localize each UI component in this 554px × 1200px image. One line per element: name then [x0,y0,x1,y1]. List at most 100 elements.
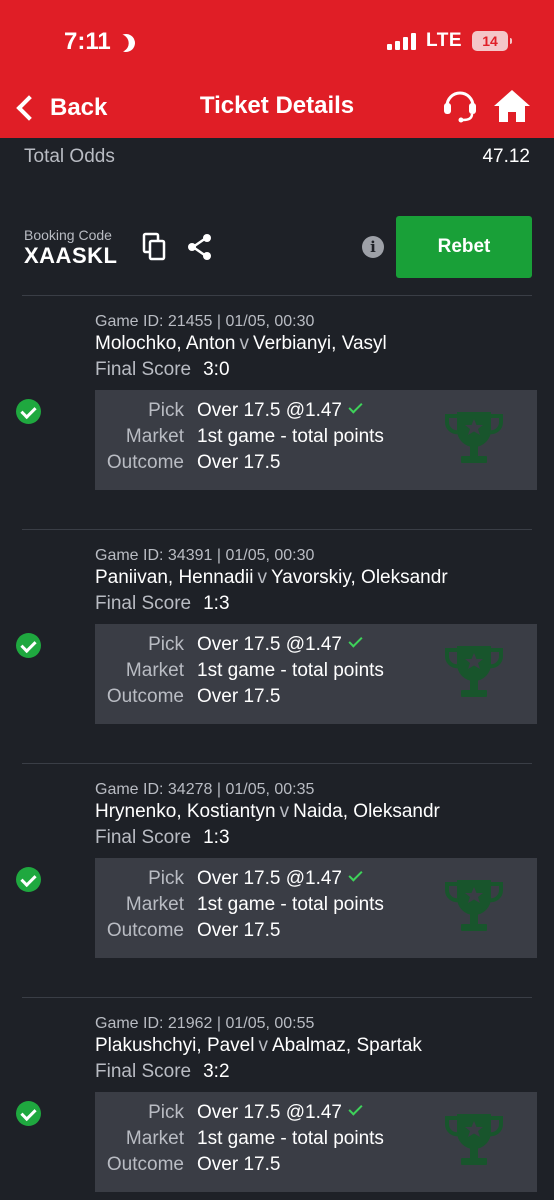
pick-text: Over 17.5 @1.47 [197,868,342,889]
home-icon[interactable] [492,88,532,124]
won-check-icon [16,867,41,892]
signal-icon [387,32,417,50]
versus-label: v [239,333,249,354]
outcome-row: Outcome Over 17.5 [95,920,537,946]
player-one: Hrynenko, Kostiantyn [95,801,276,822]
player-one: Paniivan, Hennadii [95,567,254,588]
outcome-row: Outcome Over 17.5 [95,1154,537,1180]
versus-label: v [279,801,290,822]
market-value: 1st game - total points [197,1128,384,1149]
outcome-value: Over 17.5 [197,686,281,707]
pick-label: Pick [148,634,184,655]
pick-row: Pick Over 17.5 @1.47 [95,399,537,426]
market-value: 1st game - total points [197,426,384,447]
pick-text: Over 17.5 @1.47 [197,1102,342,1123]
status-indicators: LTE 14 [387,30,512,52]
match-players: Hrynenko, Kostiantyn v Naida, Oleksandr [95,801,440,823]
market-label: Market [125,894,184,915]
final-score-row: Final Score 1:3 [95,593,230,615]
final-score-value: 3:0 [203,359,230,380]
battery-icon: 14 [472,31,512,51]
player-one: Molochko, Anton [95,333,236,354]
final-score-label: Final Score [95,1061,192,1082]
divider [22,763,532,764]
outcome-value: Over 17.5 [197,920,281,941]
final-score-row: Final Score 1:3 [95,827,230,849]
final-score-row: Final Score 3:0 [95,359,230,381]
final-score-value: 1:3 [203,593,230,614]
pick-check-icon [348,1101,363,1116]
bet-item: Game ID: 21962 | 01/05, 00:55 Plakushchy… [0,1015,554,1200]
pick-details: Pick Over 17.5 @1.47 Market 1st game - t… [95,858,537,958]
info-icon[interactable]: i [362,236,384,258]
rebet-button[interactable]: Rebet [396,216,532,278]
final-score-label: Final Score [95,593,192,614]
total-odds-value: 47.12 [482,146,530,167]
pick-value: Over 17.5 @1.47 [197,399,363,422]
market-row: Market 1st game - total points [95,660,537,686]
pick-check-icon [348,399,363,414]
market-label: Market [125,1128,184,1149]
game-meta: Game ID: 34278 | 01/05, 00:35 [95,781,315,798]
booking-code-label: Booking Code [24,227,112,243]
divider [22,997,532,998]
player-two: Abalmaz, Spartak [271,1035,422,1056]
final-score-label: Final Score [95,827,192,848]
match-players: Molochko, Anton v Verbianyi, Vasyl [95,333,387,355]
outcome-row: Outcome Over 17.5 [95,452,537,478]
match-players: Plakushchyi, Pavel v Abalmaz, Spartak [95,1035,422,1057]
final-score-value: 3:2 [203,1061,230,1082]
outcome-value: Over 17.5 [197,1154,281,1175]
app-header: 7:11 LTE 14 Back Ticket Details [0,0,554,138]
game-meta: Game ID: 21455 | 01/05, 00:30 [95,313,315,330]
share-icon[interactable] [186,232,214,262]
player-two: Verbianyi, Vasyl [252,333,387,354]
versus-label: v [257,567,267,588]
final-score-row: Final Score 3:2 [95,1061,230,1083]
outcome-label: Outcome [106,686,184,707]
network-type: LTE [426,30,462,51]
pick-details: Pick Over 17.5 @1.47 Market 1st game - t… [95,390,537,490]
outcome-label: Outcome [106,452,184,473]
moon-icon [114,31,137,54]
status-time: 7:11 [64,28,135,56]
won-check-icon [16,633,41,658]
versus-label: v [258,1035,268,1056]
bet-item: Game ID: 34278 | 01/05, 00:35 Hrynenko, … [0,781,554,1015]
pick-value: Over 17.5 @1.47 [197,1101,363,1124]
bet-item: Game ID: 34391 | 01/05, 00:30 Paniivan, … [0,547,554,781]
market-label: Market [125,660,184,681]
pick-text: Over 17.5 @1.47 [197,400,342,421]
clock-text: 7:11 [64,28,111,55]
market-label: Market [125,426,184,447]
market-row: Market 1st game - total points [95,894,537,920]
total-odds-label: Total Odds [24,146,115,167]
pick-value: Over 17.5 @1.47 [197,633,363,656]
game-meta: Game ID: 34391 | 01/05, 00:30 [95,547,315,564]
divider [22,529,532,530]
market-row: Market 1st game - total points [95,426,537,452]
market-row: Market 1st game - total points [95,1128,537,1154]
divider [22,295,532,296]
pick-row: Pick Over 17.5 @1.47 [95,1101,537,1128]
pick-label: Pick [148,400,184,421]
pick-check-icon [348,633,363,648]
pick-check-icon [348,867,363,882]
booking-code-value: XAASKL [24,243,118,268]
pick-row: Pick Over 17.5 @1.47 [95,867,537,894]
market-value: 1st game - total points [197,894,384,915]
final-score-label: Final Score [95,359,192,380]
outcome-label: Outcome [106,920,184,941]
player-two: Naida, Oleksandr [293,801,440,822]
copy-icon[interactable] [142,232,168,262]
headset-icon[interactable] [440,88,480,124]
pick-details: Pick Over 17.5 @1.47 Market 1st game - t… [95,1092,537,1192]
outcome-value: Over 17.5 [197,452,281,473]
pick-value: Over 17.5 @1.47 [197,867,363,890]
total-odds-row: Total Odds 47.12 [24,146,530,168]
player-one: Plakushchyi, Pavel [95,1035,255,1056]
final-score-value: 1:3 [203,827,230,848]
won-check-icon [16,1101,41,1126]
game-meta: Game ID: 21962 | 01/05, 00:55 [95,1015,315,1032]
outcome-label: Outcome [106,1154,184,1175]
